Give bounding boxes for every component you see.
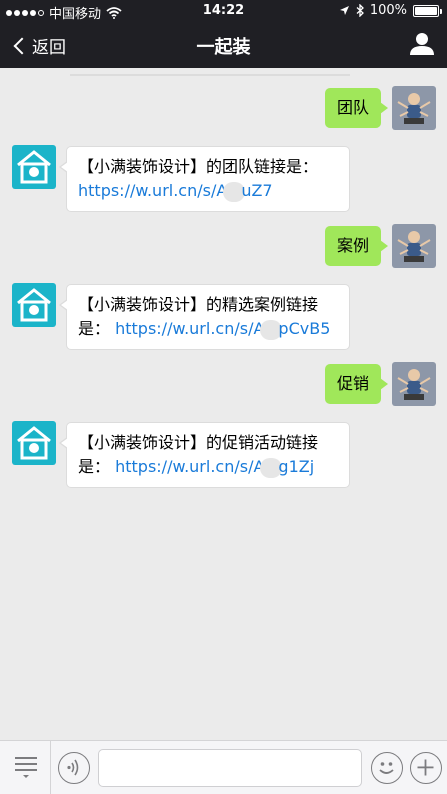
message-input[interactable]: [98, 749, 362, 787]
my-avatar[interactable]: [392, 224, 436, 268]
my-avatar[interactable]: [392, 362, 436, 406]
person-avatar-icon: [397, 369, 431, 400]
bot-avatar[interactable]: [12, 145, 56, 189]
chat-area: 团队 【小满装饰设计】的团队链接是： https://w.url.cn/s/A u…: [0, 68, 447, 740]
house-logo-icon: [17, 426, 51, 460]
location-arrow-icon: [339, 6, 349, 15]
sent-message[interactable]: 促销: [325, 364, 389, 404]
my-avatar[interactable]: [392, 86, 436, 130]
emoji-button[interactable]: [371, 752, 403, 784]
top-bar: 中国移动 14:22 100% 返回 一起装: [0, 0, 447, 68]
bluetooth-icon: [356, 4, 364, 17]
smiley-icon: [379, 762, 394, 774]
bot-avatar[interactable]: [12, 421, 56, 465]
nav-bar: 返回 一起装: [0, 22, 447, 68]
battery-percent: 100%: [369, 3, 407, 18]
message-edge: [70, 74, 350, 76]
battery-icon: [413, 4, 442, 17]
received-message[interactable]: 【小满装饰设计】的精选案例链接 是： https://w.url.cn/s/A p…: [59, 284, 350, 350]
house-logo-icon: [17, 150, 51, 184]
sent-message[interactable]: 案例: [325, 226, 389, 266]
short-link[interactable]: https://w.url.cn/s/A pCvB5: [115, 319, 330, 340]
voice-wave-icon: [67, 759, 79, 776]
bot-avatar[interactable]: [12, 283, 56, 327]
chat-title: 一起装: [196, 37, 251, 58]
input-bar: [0, 740, 447, 794]
person-avatar-icon: [397, 93, 431, 124]
divider: [50, 741, 51, 794]
user-profile-icon[interactable]: [409, 32, 435, 56]
received-message[interactable]: 【小满装饰设计】的团队链接是： https://w.url.cn/s/A uZ7: [59, 146, 350, 212]
more-button[interactable]: [410, 752, 442, 784]
sent-message[interactable]: 团队: [325, 88, 389, 128]
house-logo-icon: [17, 288, 51, 322]
plus-icon: [417, 759, 434, 776]
short-link[interactable]: https://w.url.cn/s/A g1Zj: [115, 457, 314, 478]
menu-toggle-icon[interactable]: [14, 754, 38, 780]
short-link[interactable]: https://w.url.cn/s/A uZ7: [78, 181, 273, 202]
voice-button[interactable]: [58, 752, 90, 784]
person-avatar-icon: [397, 231, 431, 262]
status-bar: 中国移动 14:22 100%: [0, 0, 447, 22]
received-message[interactable]: 【小满装饰设计】的促销活动链接 是： https://w.url.cn/s/A g…: [59, 422, 350, 488]
